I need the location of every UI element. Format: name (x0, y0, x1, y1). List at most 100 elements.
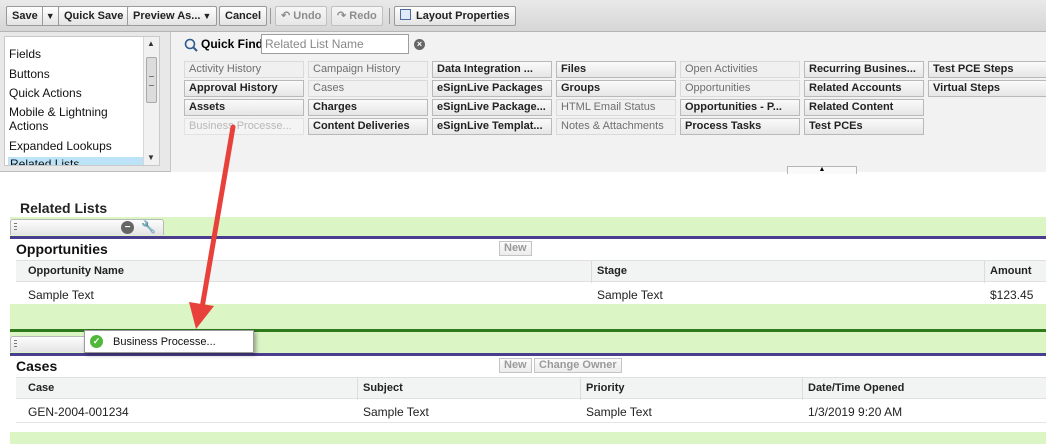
layout-properties-button[interactable]: Layout Properties (394, 6, 516, 26)
palette-item-groups[interactable]: Groups (556, 80, 676, 97)
category-quick-actions[interactable]: Quick Actions (9, 86, 141, 100)
palette-item-opportunities-p[interactable]: Opportunities - P... (680, 99, 800, 116)
palette-item-business-processes[interactable]: Business Processe... (184, 118, 304, 135)
palette-item-assets[interactable]: Assets (184, 99, 304, 116)
palette-item-campaign-history[interactable]: Campaign History (308, 61, 428, 78)
checkmark-icon: ✓ (90, 335, 103, 348)
change-owner-button[interactable]: Change Owner (534, 358, 622, 373)
palette-item-charges[interactable]: Charges (308, 99, 428, 116)
cases-related-list: Cases New Change Owner Case Subject Prio… (10, 353, 1046, 423)
palette-item-related-content[interactable]: Related Content (804, 99, 924, 116)
table-cell: Sample Text (28, 288, 94, 302)
toolbar: Save ▼ Quick Save Preview As... ▼ Cancel ↶… (0, 0, 1046, 32)
layout-properties-label: Layout Properties (416, 10, 510, 22)
toolbar-divider (270, 8, 271, 24)
palette-item-esignlive-package[interactable]: eSignLive Package... (432, 99, 552, 116)
undo-label: Undo (293, 10, 322, 22)
palette-item-files[interactable]: Files (556, 61, 676, 78)
category-expanded-lookups[interactable]: Expanded Lookups (9, 139, 141, 153)
new-button[interactable]: New (499, 241, 532, 256)
search-icon (184, 38, 198, 52)
section-title: Related Lists (20, 200, 108, 216)
layout-properties-icon (400, 9, 411, 20)
category-mobile-lightning-actions[interactable]: Mobile & Lightning Actions (9, 105, 141, 133)
related-list-handle[interactable]: − 🔧 (10, 219, 164, 235)
category-buttons[interactable]: Buttons (9, 67, 141, 81)
save-label: Save (12, 10, 38, 22)
column-divider (591, 261, 592, 283)
palette-item-data-integration[interactable]: Data Integration ... (432, 61, 552, 78)
toolbar-divider (389, 8, 390, 24)
save-button[interactable]: Save ▼ (6, 6, 61, 26)
palette-item-process-tasks[interactable]: Process Tasks (680, 118, 800, 135)
palette-item-approval-history[interactable]: Approval History (184, 80, 304, 97)
drop-zone (10, 217, 1046, 237)
quick-save-button[interactable]: Quick Save (58, 6, 130, 26)
palette-item-virtual-steps[interactable]: Virtual Steps (928, 80, 1046, 97)
wrench-icon[interactable]: 🔧 (141, 221, 156, 234)
table-row: GEN-2004-001234 Sample Text Sample Text … (16, 399, 1046, 423)
collapse-palette-handle[interactable]: ▲ (787, 166, 857, 174)
category-related-lists[interactable]: Related Lists (8, 157, 143, 165)
scroll-thumb[interactable] (146, 57, 157, 103)
palette-item-open-activities[interactable]: Open Activities (680, 61, 800, 78)
undo-icon: ↶ (281, 10, 294, 22)
dragged-related-list-item[interactable]: ✓ Business Processe... (84, 330, 254, 353)
quick-find-input[interactable] (261, 34, 409, 54)
save-dropdown-icon[interactable]: ▼ (41, 7, 55, 25)
palette-item-esignlive-packages[interactable]: eSignLive Packages (432, 80, 552, 97)
palette-items-panel: Quick Find × Activity History Approval H… (170, 32, 1046, 174)
column-header: Date/Time Opened (808, 382, 905, 394)
dragged-item-label: Business Processe... (113, 336, 216, 348)
drag-grip-icon[interactable] (14, 223, 17, 232)
opportunities-related-list: Opportunities New Opportunity Name Stage… (10, 236, 1046, 306)
column-divider (802, 378, 803, 400)
chevron-down-icon: ▼ (202, 11, 212, 21)
category-scrollbar[interactable]: ▲ ▼ (143, 37, 159, 165)
table-row: Sample Text Sample Text $123.45 (16, 282, 1046, 306)
palette-item-recurring-business[interactable]: Recurring Busines... (804, 61, 924, 78)
palette-item-test-pce-steps[interactable]: Test PCE Steps (928, 61, 1046, 78)
column-header: Opportunity Name (28, 265, 124, 277)
related-list-title: Cases (16, 358, 58, 374)
palette-item-opportunities[interactable]: Opportunities (680, 80, 800, 97)
new-button[interactable]: New (499, 358, 532, 373)
preview-as-label: Preview As... (133, 10, 201, 22)
drag-grip-icon[interactable] (14, 340, 17, 349)
related-list-handle[interactable] (10, 336, 90, 352)
palette-item-content-deliveries[interactable]: Content Deliveries (308, 118, 428, 135)
remove-icon[interactable]: − (121, 221, 134, 234)
table-cell: $123.45 (990, 288, 1034, 302)
palette-item-related-accounts[interactable]: Related Accounts (804, 80, 924, 97)
column-header: Priority (586, 382, 625, 394)
table-cell: Sample Text (363, 405, 429, 419)
column-divider (357, 378, 358, 400)
quick-find-label: Quick Find (201, 37, 264, 51)
undo-button[interactable]: ↶ Undo (275, 6, 328, 26)
palette-item-esignlive-templates[interactable]: eSignLive Templat... (432, 118, 552, 135)
cancel-button[interactable]: Cancel (219, 6, 268, 26)
category-list: Fields Buttons Quick Actions Mobile & Li… (4, 36, 160, 166)
scroll-up-icon[interactable]: ▲ (147, 39, 155, 48)
column-header: Stage (597, 265, 627, 277)
column-header: Amount (990, 265, 1032, 277)
column-divider (984, 261, 985, 283)
redo-label: Redo (349, 10, 377, 22)
clear-search-icon[interactable]: × (414, 39, 425, 50)
palette-item-test-pces[interactable]: Test PCEs (804, 118, 924, 135)
drop-zone (10, 432, 1046, 444)
redo-button[interactable]: ↷ Redo (331, 6, 383, 26)
table-header: Case Subject Priority Date/Time Opened (16, 377, 1046, 400)
palette-item-cases[interactable]: Cases (308, 80, 428, 97)
palette: Fields Buttons Quick Actions Mobile & Li… (0, 32, 1046, 174)
category-fields[interactable]: Fields (9, 47, 141, 61)
preview-as-button[interactable]: Preview As... ▼ (127, 6, 218, 26)
scroll-down-icon[interactable]: ▼ (147, 153, 155, 162)
column-header: Subject (363, 382, 403, 394)
table-cell: 1/3/2019 9:20 AM (808, 405, 903, 419)
palette-item-notes-attachments[interactable]: Notes & Attachments (556, 118, 676, 135)
table-cell: GEN-2004-001234 (28, 405, 129, 419)
table-cell: Sample Text (586, 405, 652, 419)
palette-item-activity-history[interactable]: Activity History (184, 61, 304, 78)
palette-item-html-email-status[interactable]: HTML Email Status (556, 99, 676, 116)
